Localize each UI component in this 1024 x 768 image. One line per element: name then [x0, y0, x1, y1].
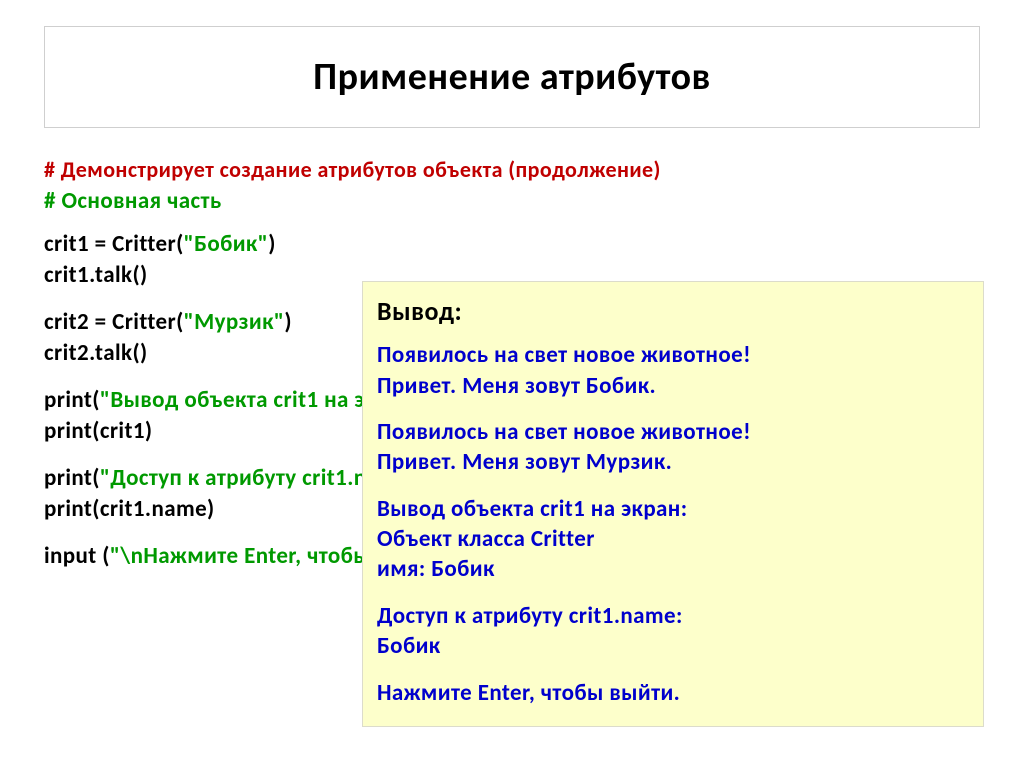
- code-text: crit1.talk(): [44, 261, 148, 289]
- output-line: Доступ к атрибуту crit1.name:: [377, 602, 683, 630]
- code-text: crit2.talk(): [44, 339, 148, 367]
- code-text: input (: [44, 542, 110, 570]
- code-text: crit1 = Critter(: [44, 230, 184, 258]
- output-line: имя: Бобик: [377, 555, 495, 583]
- title-container: Применение атрибутов: [44, 26, 980, 128]
- comment-main: # Демонстрирует создание атрибутов объек…: [44, 156, 980, 183]
- output-line: Объект класса Critter: [377, 525, 595, 553]
- output-line: Появилось на свет новое животное!: [377, 418, 751, 446]
- output-line: Бобик: [377, 632, 441, 660]
- code-text: print(crit1.name): [44, 495, 215, 523]
- output-line: Вывод объекта crit1 на экран:: [377, 495, 688, 523]
- comment-sub: # Основная часть: [44, 187, 980, 215]
- code-text: print(: [44, 386, 100, 414]
- output-paragraph: Вывод объекта crit1 на экран: Объект кла…: [377, 494, 969, 585]
- code-text: ): [268, 230, 276, 258]
- code-text: crit2 = Critter(: [44, 308, 184, 336]
- output-paragraph: Нажмите Enter, чтобы выйти.: [377, 678, 969, 708]
- code-text: ): [284, 308, 292, 336]
- output-panel: Вывод: Появилось на свет новое животное!…: [362, 281, 984, 727]
- output-paragraph: Появилось на свет новое животное! Привет…: [377, 340, 969, 401]
- code-text: print(: [44, 464, 100, 492]
- page-title: Применение атрибутов: [313, 54, 711, 100]
- code-string: "Бобик": [184, 230, 269, 258]
- output-line: Появилось на свет новое животное!: [377, 341, 751, 369]
- output-line: Привет. Меня зовут Мурзик.: [377, 448, 672, 476]
- output-line: Привет. Меня зовут Бобик.: [377, 372, 656, 400]
- code-string: "Мурзик": [184, 308, 285, 336]
- code-text: print(crit1): [44, 417, 152, 445]
- output-paragraph: Появилось на свет новое животное! Привет…: [377, 417, 969, 478]
- output-title: Вывод:: [377, 294, 969, 328]
- output-line: Нажмите Enter, чтобы выйти.: [377, 679, 680, 707]
- output-paragraph: Доступ к атрибуту crit1.name: Бобик: [377, 601, 969, 662]
